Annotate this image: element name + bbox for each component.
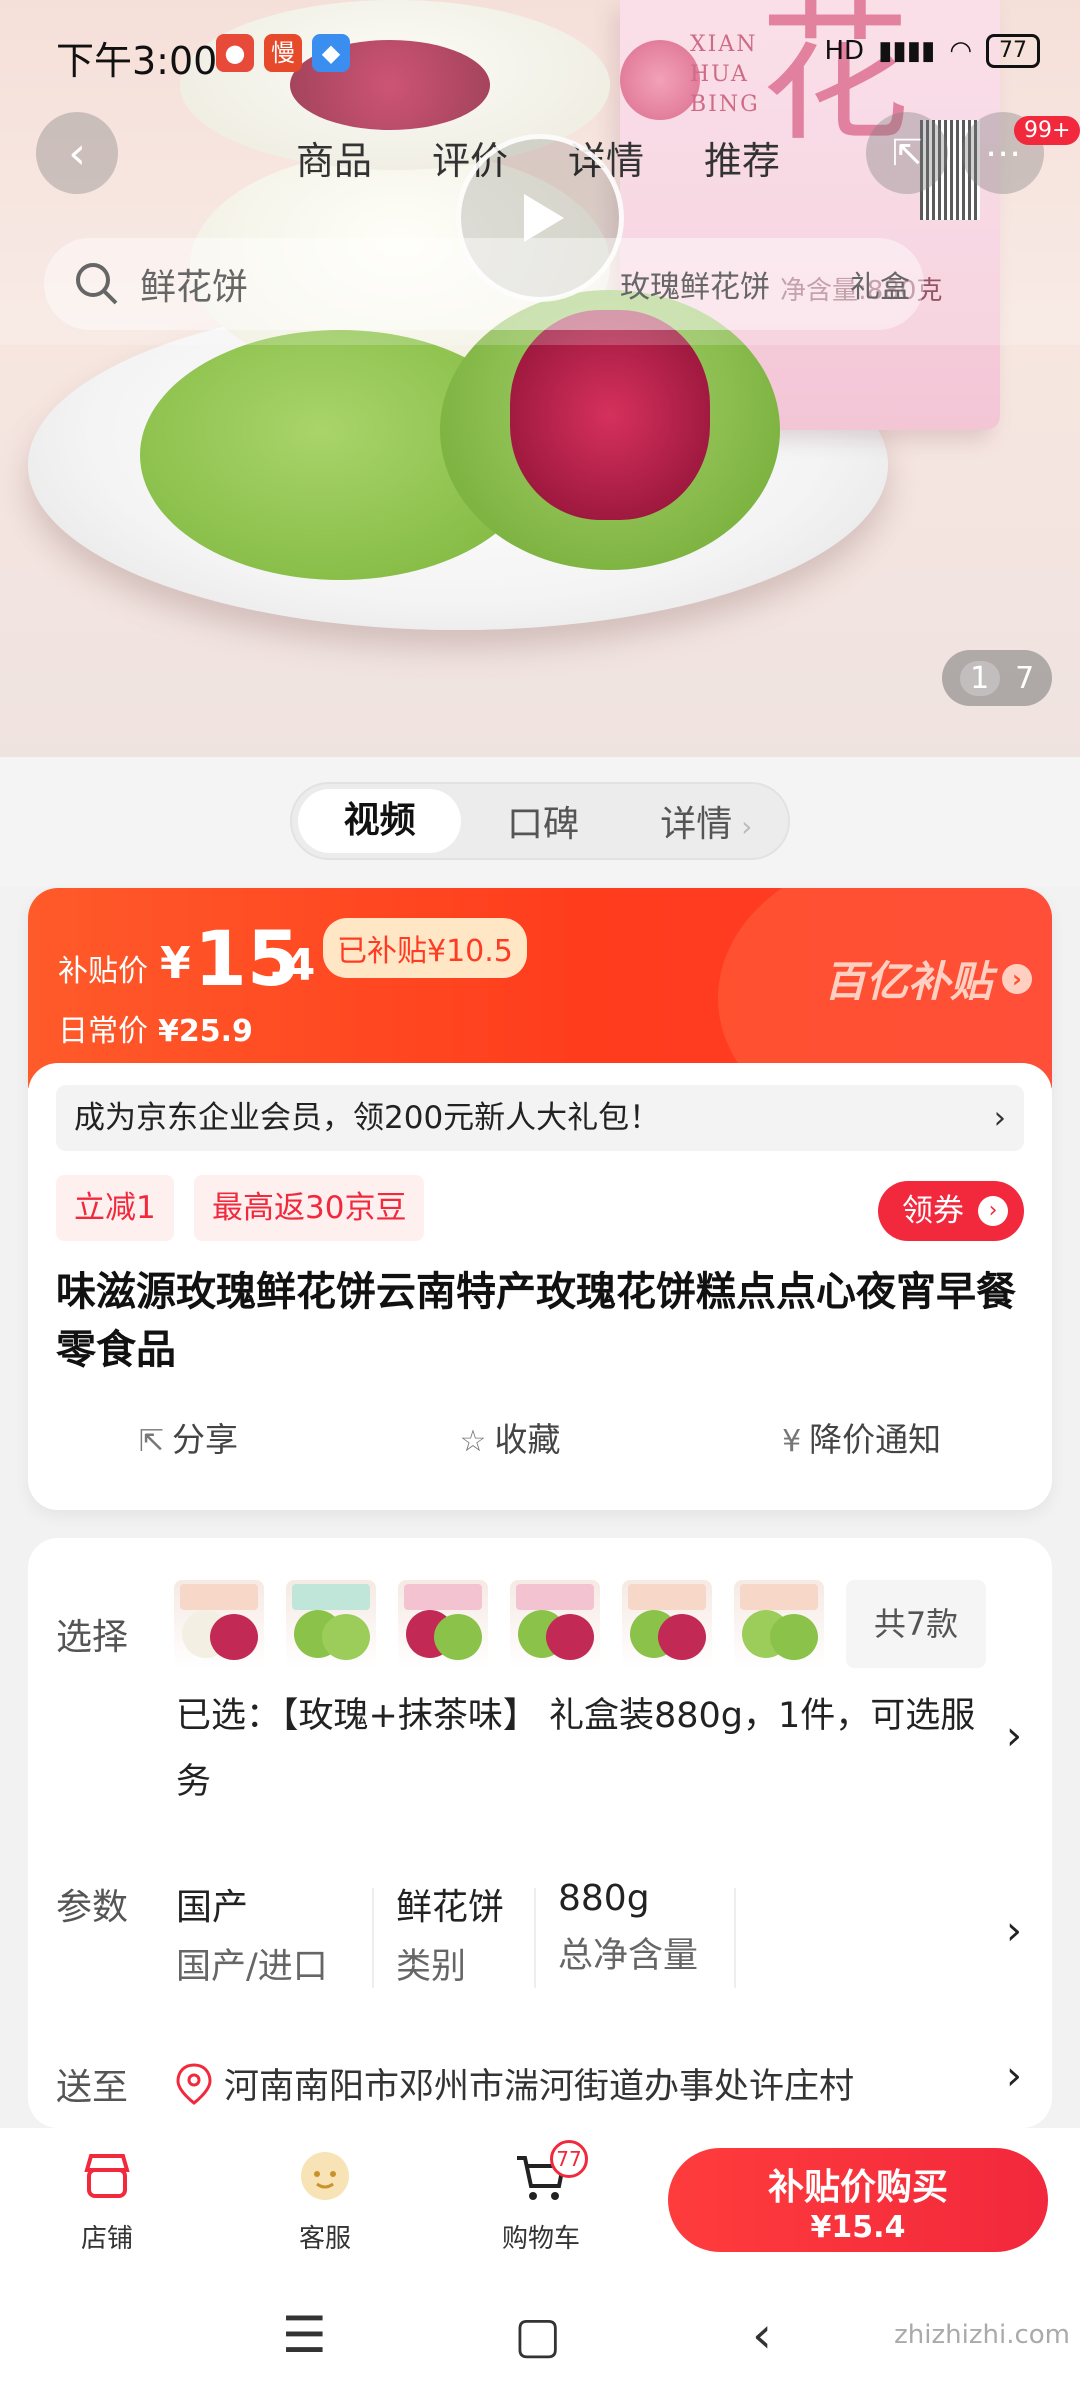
variant-thumbnail[interactable] <box>174 1580 264 1668</box>
param-origin: 国产 国产/进口 <box>176 1887 328 1987</box>
location-pin-icon <box>176 2062 212 2105</box>
chevron-left-icon: ‹ <box>68 127 86 179</box>
customer-service-button[interactable]: 客服 <box>270 2146 380 2255</box>
tab-recommend[interactable]: 推荐 <box>704 130 780 185</box>
segment-details[interactable]: 详情 › <box>625 795 788 847</box>
variant-thumbnail[interactable] <box>734 1580 824 1668</box>
app-notification-icon: ◆ <box>312 34 350 72</box>
watermark: zhizhizhi.com <box>894 2320 1070 2350</box>
select-label: 选择 <box>56 1617 129 1658</box>
yen-circle-icon: ¥ <box>782 1424 802 1459</box>
favorite-action[interactable]: ☆ 收藏 <box>460 1413 561 1461</box>
product-title: 味滋源玫瑰鲜花饼云南特产玫瑰花饼糕点点心夜宵早餐零食品 <box>56 1269 1016 1373</box>
delivery-label: 送至 <box>56 2067 129 2108</box>
price-label: 补贴价 <box>58 954 148 989</box>
variant-thumbnail[interactable] <box>286 1580 376 1668</box>
back-icon[interactable]: ‹ <box>752 2306 772 2364</box>
menu-icon[interactable]: ☰ <box>282 2306 327 2364</box>
search-icon <box>76 263 118 305</box>
more-variants-button[interactable]: 共7款 <box>846 1580 986 1668</box>
promo-tag: 最高返30京豆 <box>194 1175 425 1241</box>
param-divider <box>372 1888 374 1988</box>
customer-service-icon <box>301 2152 349 2200</box>
search-placeholder: 鲜花饼 <box>140 267 249 308</box>
segment-reviews[interactable]: 口碑 <box>461 795 624 847</box>
cart-button[interactable]: 77 购物车 <box>486 2140 596 2255</box>
spec-card: 选择 共7款 已选：【玫瑰+抹茶味】 礼盒装880g，1件，可选服务 › 参数 … <box>28 1538 1052 2128</box>
cart-count-badge: 77 <box>550 2140 588 2178</box>
get-coupon-button[interactable]: 领券 › <box>878 1181 1024 1241</box>
variant-thumbnails <box>174 1580 824 1668</box>
share-icon: ⇱ <box>891 132 923 174</box>
subsidy-badge: 已补贴¥10.5 <box>323 918 527 978</box>
shop-button[interactable]: 店铺 <box>52 2146 162 2255</box>
price-alert-action[interactable]: ¥ 降价通知 <box>782 1413 941 1461</box>
member-banner[interactable]: 成为京东企业会员，领200元新人大礼包！ › <box>56 1085 1024 1151</box>
app-notification-icon: ● <box>216 34 254 72</box>
tab-product[interactable]: 商品 <box>296 130 372 185</box>
message-badge: 99+ <box>1014 116 1080 145</box>
home-icon[interactable]: ▢ <box>514 2306 561 2364</box>
status-indicators: HD ▮▮▮▮ ◠ 77 <box>824 34 1040 68</box>
variant-thumbnail[interactable] <box>622 1580 712 1668</box>
back-button[interactable]: ‹ <box>36 112 118 194</box>
params-label: 参数 <box>56 1887 129 1928</box>
price-decimal: .4 <box>268 940 316 991</box>
image-current: 1 <box>959 660 1000 696</box>
chevron-right-icon: › <box>1002 963 1032 994</box>
shop-icon <box>84 2154 130 2198</box>
delivery-address[interactable]: 河南南阳市邓州市湍河街道办事处许庄村 <box>176 2058 854 2109</box>
signal-icon: ▮▮▮▮ <box>878 36 936 66</box>
share-action[interactable]: ⇱ 分享 <box>139 1413 238 1461</box>
bottom-action-bar: 店铺 客服 77 购物车 补贴价购买 ¥15.4 <box>0 2128 1080 2268</box>
search-hint[interactable]: 礼盒 <box>850 262 910 306</box>
media-segment-bar: 视频 口碑 详情 › <box>0 757 1080 887</box>
price-banner: 补贴价 ¥ 15 .4 已补贴¥10.5 日常价 ¥25.9 百亿补贴 › <box>28 888 1052 1148</box>
daily-price: 日常价 ¥25.9 <box>58 1014 253 1049</box>
chevron-right-icon: › <box>993 1100 1006 1136</box>
product-info: 成为京东企业会员，领200元新人大礼包！ › 立减1 最高返30京豆 领券 › 味… <box>28 1063 1052 1510</box>
param-weight: 880g 总净含量 <box>558 1878 699 1976</box>
product-image-carousel[interactable]: XIAN HUA BING 花 净含量:880克 下午3:00 ● 慢 ◆ HD… <box>0 0 1080 757</box>
billion-subsidy-link[interactable]: 百亿补贴 › <box>824 948 1032 1009</box>
star-icon: ☆ <box>459 1424 487 1459</box>
status-time: 下午3:00 <box>56 39 218 83</box>
price-card: 补贴价 ¥ 15 .4 已补贴¥10.5 日常价 ¥25.9 百亿补贴 › 成为京东… <box>28 888 1052 1510</box>
network-label: HD <box>824 36 865 66</box>
price-currency: ¥ <box>160 938 191 989</box>
search-hint[interactable]: 玫瑰鲜花饼 <box>620 262 770 306</box>
product-actions: ⇱ 分享 ☆ 收藏 ¥ 降价通知 <box>28 1413 1052 1461</box>
notification-icons: ● 慢 ◆ <box>216 34 350 72</box>
image-total: 7 <box>1015 660 1035 696</box>
param-category: 鲜花饼 类别 <box>396 1887 505 1987</box>
segment-control: 视频 口碑 详情 › <box>290 782 790 860</box>
search-hints: 玫瑰鲜花饼 礼盒 <box>620 262 910 306</box>
param-divider <box>734 1888 736 1988</box>
buy-now-button[interactable]: 补贴价购买 ¥15.4 <box>668 2148 1048 2252</box>
segment-video[interactable]: 视频 <box>298 789 462 853</box>
variant-thumbnail[interactable] <box>510 1580 600 1668</box>
share-icon: ⇱ <box>138 1424 164 1459</box>
chevron-right-icon[interactable]: › <box>1006 1908 1022 1954</box>
promo-tag: 立减1 <box>56 1175 174 1241</box>
image-counter: 1 7 <box>942 650 1052 706</box>
share-button[interactable]: ⇱ <box>866 112 948 194</box>
app-notification-icon: 慢 <box>264 34 302 72</box>
param-divider <box>534 1888 536 1988</box>
selected-variant[interactable]: 已选：【玫瑰+抹茶味】 礼盒装880g，1件，可选服务 <box>176 1683 996 1815</box>
chevron-right-icon[interactable]: › <box>1006 2053 1022 2099</box>
chevron-right-icon[interactable]: › <box>1006 1713 1022 1759</box>
wifi-icon: ◠ <box>949 36 972 66</box>
variant-thumbnail[interactable] <box>398 1580 488 1668</box>
battery-icon: 77 <box>986 34 1040 68</box>
chevron-right-icon: › <box>978 1196 1008 1226</box>
